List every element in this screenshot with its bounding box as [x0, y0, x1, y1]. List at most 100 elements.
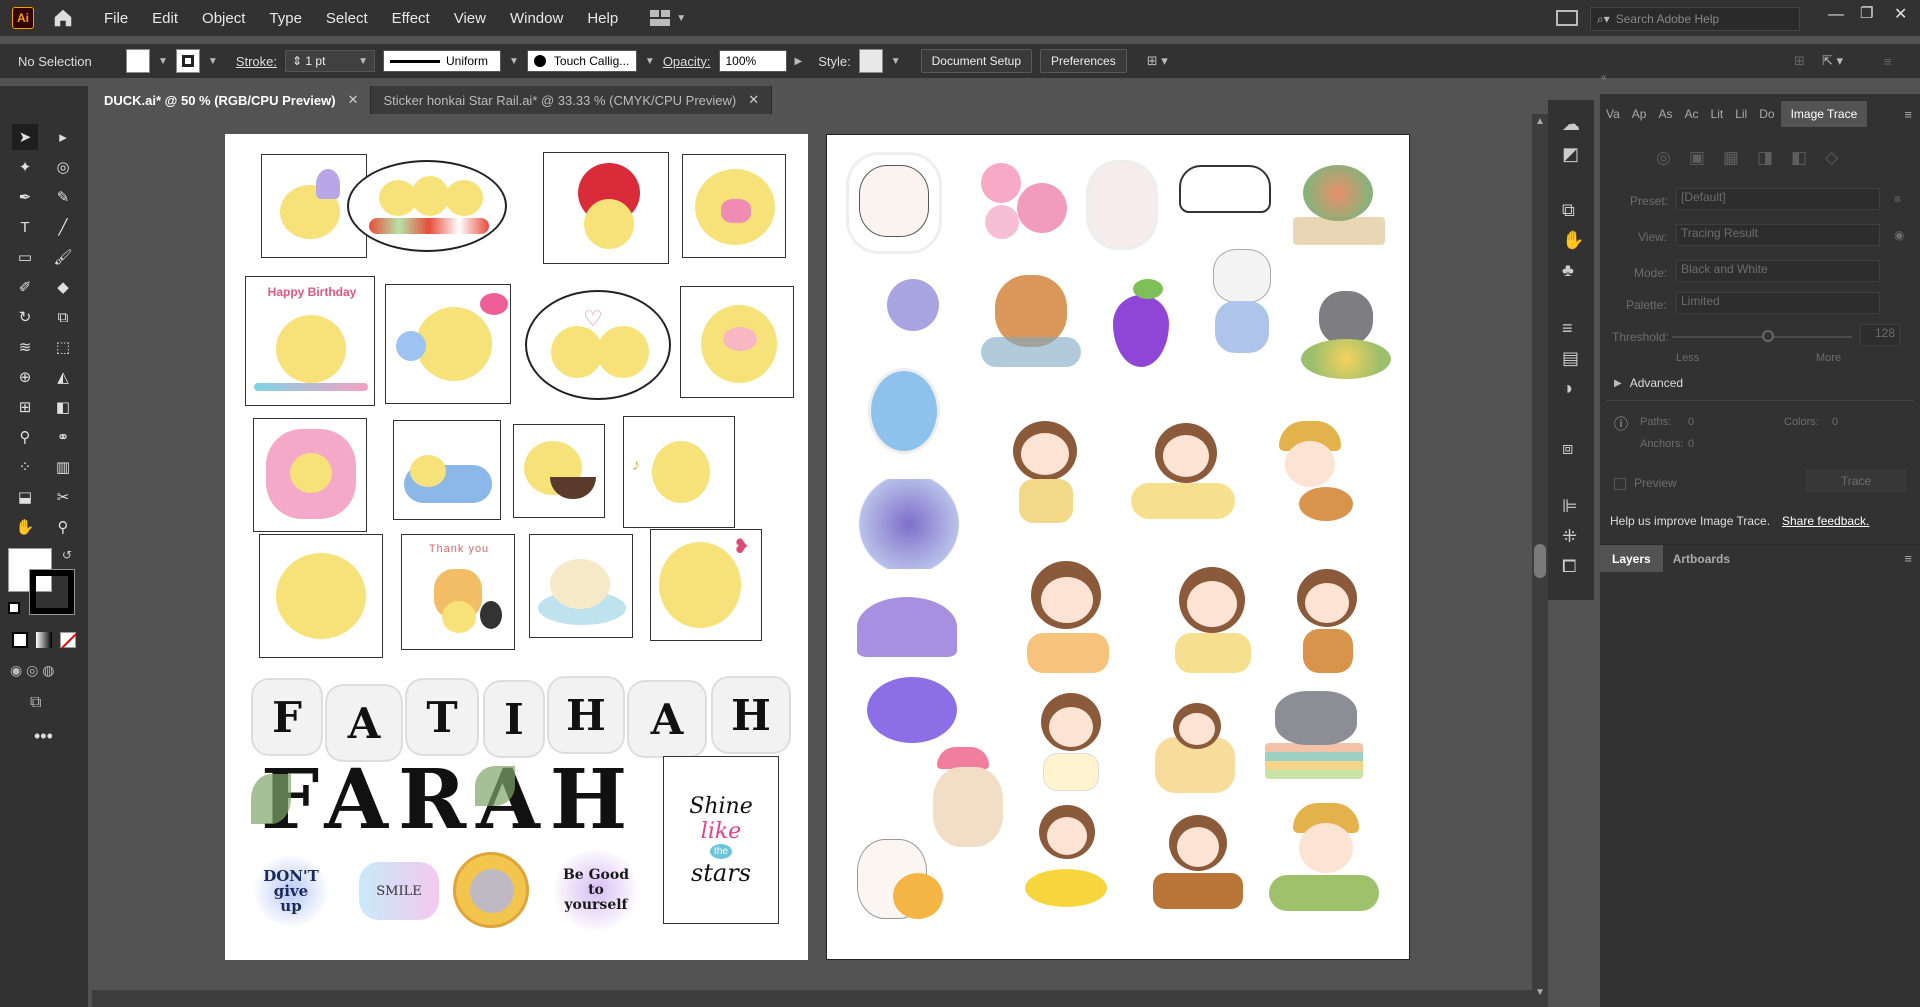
sticker-purple-wisteria[interactable]	[855, 479, 963, 569]
symbols-icon[interactable]: ⧉	[1562, 200, 1575, 221]
vertical-scrollbar[interactable]: ▲ ▼	[1532, 114, 1548, 1007]
sticker-anime-portrait[interactable]	[453, 852, 529, 928]
tab-artboards[interactable]: Artboards	[1663, 545, 1740, 573]
color-mode-icon[interactable]	[12, 632, 28, 648]
perspective-grid-icon[interactable]: ◭	[50, 364, 76, 390]
scroll-down-icon[interactable]: ▼	[1535, 987, 1545, 998]
preset-menu-icon[interactable]: ≡	[1894, 192, 1901, 206]
sticker-girl-chef[interactable]	[1017, 675, 1121, 799]
magic-wand-icon[interactable]: ✦	[12, 154, 38, 180]
artboard-sticker-honkai[interactable]	[826, 134, 1410, 960]
type-tool-icon[interactable]: T	[12, 214, 38, 240]
eyedropper-icon[interactable]: ⚲	[12, 424, 38, 450]
stepper-icon[interactable]: ⇕	[292, 54, 302, 68]
sticker-girl-duck-float[interactable]	[1017, 797, 1115, 917]
style-dropdown-icon[interactable]: ▼	[891, 56, 901, 67]
letter-tile[interactable]: T	[407, 680, 477, 754]
advanced-toggle[interactable]: ▶ Advanced	[1614, 376, 1683, 390]
sticker-sleeping-chick[interactable]	[393, 420, 501, 520]
document-setup-button[interactable]: Document Setup	[920, 49, 1033, 73]
letter-tile[interactable]: H	[549, 678, 623, 752]
panel-collapse-icon[interactable]: «	[1601, 72, 1607, 83]
profile-dropdown-icon[interactable]: ▼	[509, 56, 519, 67]
transform-panel-icon[interactable]: ⁜	[1562, 526, 1577, 547]
sticker-happy-birthday[interactable]: Happy Birthday	[245, 276, 375, 406]
letter-tile[interactable]: I	[485, 682, 543, 756]
farah-lettering[interactable]: FARAH	[261, 752, 637, 848]
scroll-up-icon[interactable]: ▲	[1535, 116, 1545, 127]
sticker-pink-flower-chick[interactable]	[253, 418, 367, 532]
sticker-chick-noodles[interactable]	[513, 424, 605, 518]
letter-tile[interactable]: A	[629, 682, 705, 756]
sticker-book-flowers[interactable]	[1283, 155, 1393, 259]
fill-dropdown-icon[interactable]: ▼	[158, 56, 168, 67]
opacity-field[interactable]: 100%	[718, 50, 787, 72]
eye-icon[interactable]: ◉	[1894, 228, 1904, 242]
rectangle-tool-icon[interactable]: ▭	[12, 244, 38, 270]
sticker-two-chicks-heart[interactable]: ♡	[525, 290, 671, 400]
sticker-grapes[interactable]	[1107, 275, 1177, 375]
preferences-button[interactable]: Preferences	[1040, 49, 1127, 73]
appearance-icon[interactable]: ⧈	[1562, 438, 1573, 459]
sticker-sad-chick-broken-heart[interactable]: ❥	[650, 529, 762, 641]
sticker-be-good[interactable]: Be Good to yourself	[553, 850, 639, 930]
width-tool-icon[interactable]: ≋	[12, 334, 38, 360]
letter-tile[interactable]: F	[253, 680, 321, 754]
letter-tile[interactable]: H	[713, 678, 789, 752]
properties-icon[interactable]: ◩	[1562, 144, 1579, 165]
sticker-dont-give-up[interactable]: DON'T give up	[253, 856, 329, 926]
line-tool-icon[interactable]: ╱	[50, 214, 76, 240]
tab-links[interactable]: Lit	[1705, 107, 1730, 121]
default-colors-icon[interactable]	[8, 602, 20, 614]
tab-image-trace[interactable]: Image Trace	[1780, 101, 1868, 127]
tab-variables[interactable]: Va	[1600, 107, 1626, 121]
sticker-girl-bunny-book[interactable]	[1007, 545, 1123, 681]
menu-file[interactable]: File	[92, 10, 140, 27]
sticker-cherry-blossoms[interactable]	[975, 153, 1071, 249]
palette-dropdown[interactable]: Limited	[1676, 292, 1880, 314]
workspace-switcher-icon[interactable]	[1556, 10, 1578, 26]
sticker-grey-cat-flowers[interactable]	[1295, 285, 1395, 389]
brush-dropdown[interactable]: Touch Callig...	[526, 50, 637, 72]
sticker-chick-shy[interactable]	[680, 286, 794, 398]
close-window-button[interactable]: ✕	[1894, 4, 1907, 24]
slider-thumb[interactable]	[1762, 330, 1774, 342]
sticker-grey-cat-books[interactable]	[1251, 683, 1375, 787]
fill-swatch[interactable]	[126, 49, 150, 73]
threshold-field[interactable]: 128	[1860, 324, 1900, 346]
preset-dropdown[interactable]: [Default]	[1676, 188, 1880, 210]
gradient-panel-icon[interactable]: ▤	[1562, 348, 1579, 369]
tab-layers[interactable]: Layers	[1600, 544, 1663, 573]
swatches-icon[interactable]: ♣	[1562, 260, 1574, 281]
swap-colors-icon[interactable]: ↺	[62, 548, 72, 562]
shape-builder-icon[interactable]: ⊕	[12, 364, 38, 390]
share-feedback-link[interactable]: Share feedback.	[1782, 514, 1869, 528]
sticker-chick-heart[interactable]	[543, 152, 669, 264]
menu-window[interactable]: Window	[498, 10, 575, 27]
transparency-icon[interactable]: ◑	[1562, 378, 1573, 399]
layers-menu-icon[interactable]: ≡	[1904, 551, 1912, 566]
sticker-duck-puddle[interactable]	[529, 534, 633, 638]
rotate-tool-icon[interactable]: ↻	[12, 304, 38, 330]
mesh-tool-icon[interactable]: ⊞	[12, 394, 38, 420]
align-icon[interactable]: ⊞ ▾	[1147, 53, 1168, 69]
opacity-arrow-icon[interactable]: ▶	[795, 56, 803, 67]
menu-view[interactable]: View	[442, 10, 498, 27]
more-tools-icon[interactable]: •••	[34, 726, 53, 747]
stroke-dropdown-icon[interactable]: ▼	[208, 56, 218, 67]
sticker-dancing-chick[interactable]: ♪	[623, 416, 735, 528]
blend-tool-icon[interactable]: ⚭	[50, 424, 76, 450]
scroll-thumb[interactable]	[1534, 544, 1546, 578]
paintbrush-icon[interactable]: 🖌	[50, 244, 76, 270]
stroke-color-box[interactable]	[29, 569, 75, 615]
sticker-thank-you[interactable]: Thank you	[401, 534, 515, 650]
selection-tool-icon[interactable]: ➤	[12, 124, 38, 150]
menu-help[interactable]: Help	[575, 10, 630, 27]
arrange-icon[interactable]: ⇱ ▾	[1822, 53, 1843, 69]
sticker-penguin-balloon[interactable]	[865, 275, 957, 455]
tab-asset-export[interactable]: As	[1652, 107, 1678, 121]
lasso-icon[interactable]: ◎	[50, 154, 76, 180]
home-icon[interactable]	[52, 7, 74, 29]
pathfinder-icon[interactable]: ⧠	[1562, 556, 1576, 577]
screen-mode-icon[interactable]: ⧉	[30, 694, 41, 712]
